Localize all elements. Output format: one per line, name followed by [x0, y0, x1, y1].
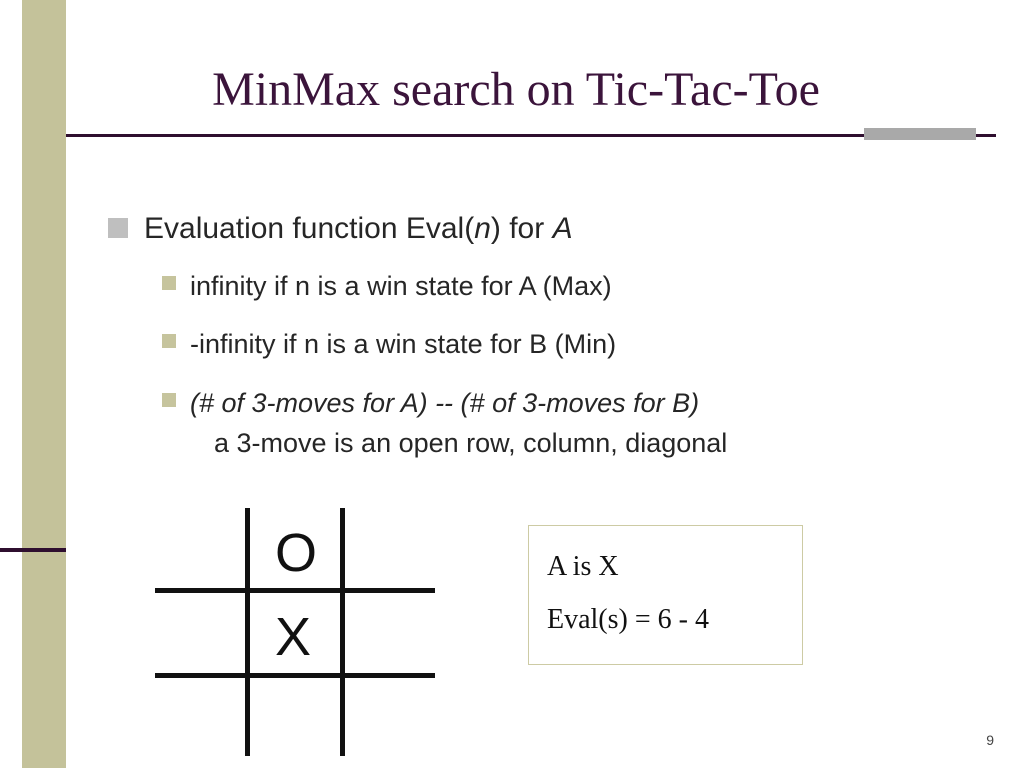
bullet-main: Evaluation function Eval(n) for A [108, 210, 948, 248]
page-number: 9 [986, 732, 994, 748]
eval-mid: ) for [491, 212, 553, 245]
bullet-sub-2-text: -infinity if n is a win state for B (Min… [190, 324, 616, 365]
slide: MinMax search on Tic-Tac-Toe Evaluation … [0, 0, 1024, 768]
eval-var-A: A [553, 212, 573, 245]
tictactoe-board: O X [155, 508, 435, 758]
side-band [22, 0, 66, 768]
bullet-sub-3-block: (# of 3-moves for A) -- (# of 3-moves fo… [190, 383, 727, 464]
eval-prefix: Evaluation function Eval( [144, 212, 474, 245]
bullet-icon [162, 334, 176, 348]
note-line-1: A is X [547, 540, 784, 593]
board-line [340, 508, 345, 756]
bullet-icon [108, 218, 128, 238]
evaluation-note: A is X Eval(s) = 6 - 4 [528, 525, 803, 665]
slide-title: MinMax search on Tic-Tac-Toe [66, 62, 966, 117]
note-line-2: Eval(s) = 6 - 4 [547, 593, 784, 646]
bullet-sub-3-line2: a 3-move is an open row, column, diagona… [214, 423, 727, 464]
bullet-sub-2: -infinity if n is a win state for B (Min… [108, 324, 948, 365]
eval-var-n: n [474, 212, 491, 245]
bullet-sub-3-italic: (# of 3-moves for A) -- (# of 3-moves fo… [190, 388, 699, 418]
content-area: Evaluation function Eval(n) for A infini… [108, 210, 948, 482]
mark-X: X [275, 610, 311, 664]
side-tick [0, 548, 66, 552]
bullet-main-text: Evaluation function Eval(n) for A [144, 210, 573, 248]
bullet-icon [162, 276, 176, 290]
title-rule [66, 134, 996, 137]
mark-O: O [275, 526, 317, 580]
bullet-sub-1-text: infinity if n is a win state for A (Max) [190, 266, 612, 307]
bullet-icon [162, 393, 176, 407]
board-line [245, 508, 250, 756]
bullet-sub-3: (# of 3-moves for A) -- (# of 3-moves fo… [108, 383, 948, 464]
bullet-sub-1: infinity if n is a win state for A (Max) [108, 266, 948, 307]
board-line [155, 673, 435, 678]
board-line [155, 588, 435, 593]
title-rule-accent [864, 128, 976, 140]
